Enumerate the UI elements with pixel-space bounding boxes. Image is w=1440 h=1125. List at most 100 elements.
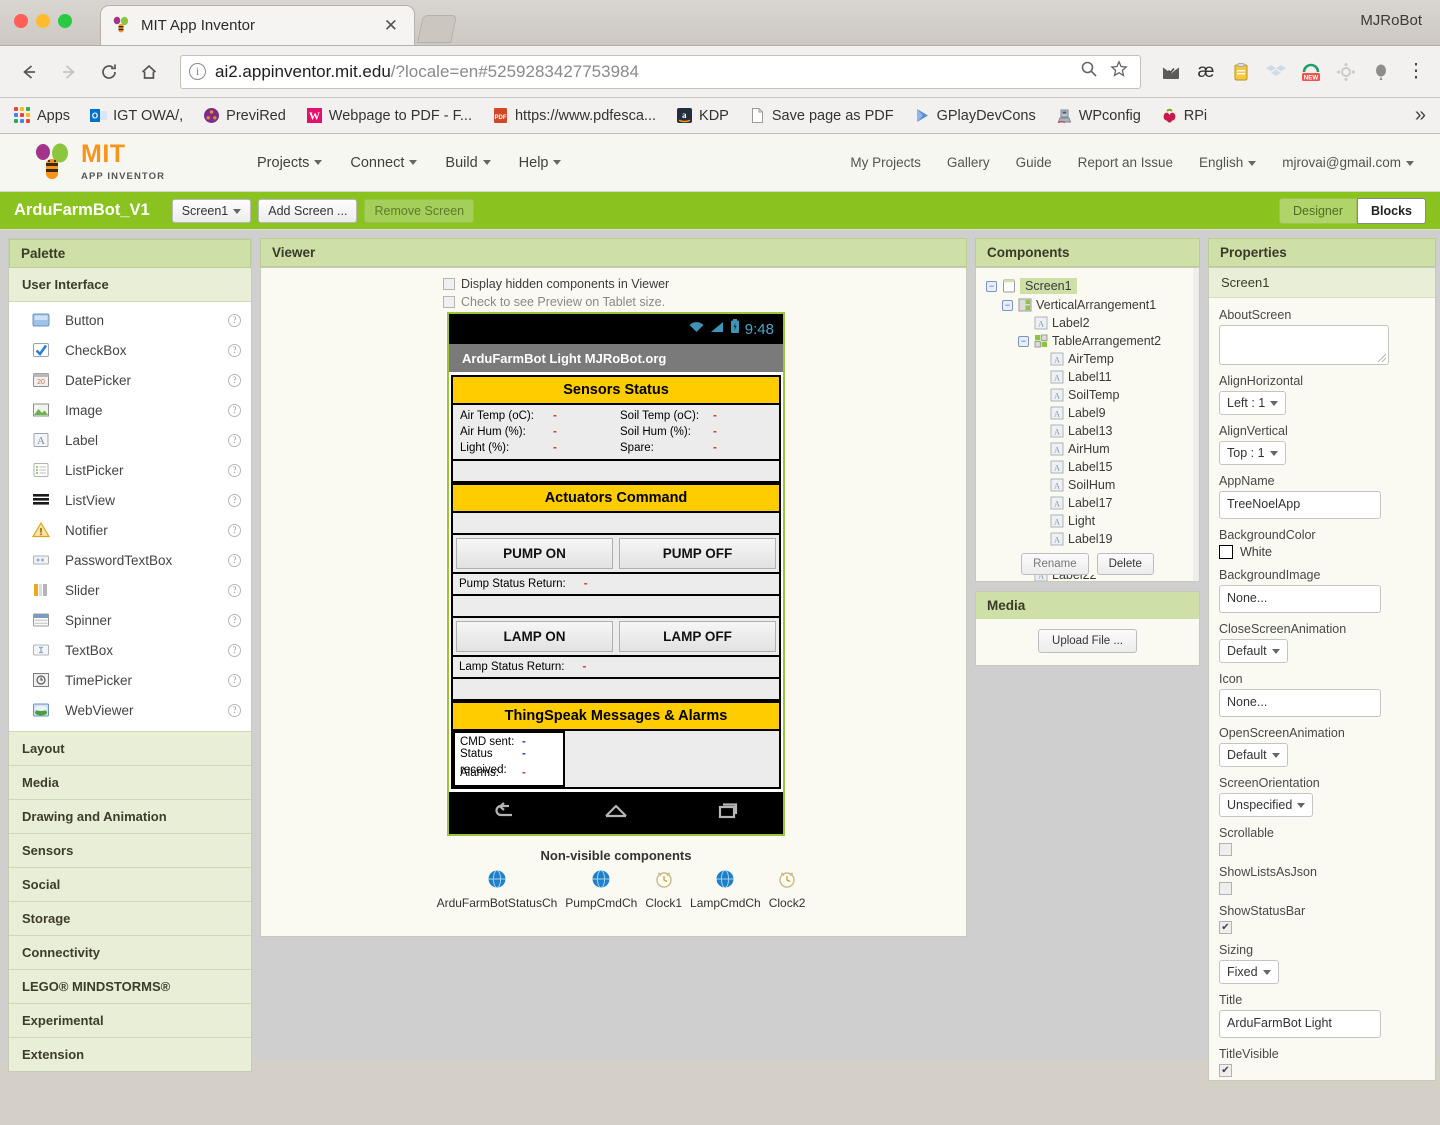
tree-node-light[interactable]: A Light bbox=[982, 512, 1195, 530]
palette-item-notifier[interactable]: Notifier ? bbox=[9, 515, 251, 545]
title-input[interactable]: ArduFarmBot Light bbox=[1219, 1010, 1381, 1038]
back-nav-icon[interactable] bbox=[490, 800, 520, 827]
browser-tab[interactable]: MIT App Inventor ✕ bbox=[100, 5, 415, 45]
chrome-menu-icon[interactable]: ⋮ bbox=[1404, 60, 1428, 84]
backgroundcolor-picker[interactable]: White bbox=[1219, 545, 1425, 559]
tree-node-label19[interactable]: A Label19 bbox=[982, 530, 1195, 548]
mail-extension-icon[interactable] bbox=[1159, 60, 1183, 84]
gear-extension-icon[interactable] bbox=[1334, 60, 1358, 84]
link-my-projects[interactable]: My Projects bbox=[850, 155, 921, 170]
language-selector[interactable]: English bbox=[1199, 155, 1256, 170]
nonvisible-component[interactable]: LampCmdCh bbox=[690, 868, 761, 910]
lamp-on-button[interactable]: LAMP ON bbox=[456, 621, 613, 652]
scrollable-checkbox[interactable] bbox=[1219, 843, 1232, 856]
palette-section-user-interface[interactable]: User Interface bbox=[9, 268, 251, 302]
collapse-toggle[interactable]: − bbox=[986, 281, 997, 292]
help-icon[interactable]: ? bbox=[228, 404, 241, 417]
link-report-an-issue[interactable]: Report an Issue bbox=[1078, 155, 1173, 170]
tree-node-screen1[interactable]: − Screen1 bbox=[982, 276, 1195, 296]
help-icon[interactable]: ? bbox=[228, 344, 241, 357]
showstatusbar-checkbox[interactable] bbox=[1219, 921, 1232, 934]
maximize-window-button[interactable] bbox=[58, 14, 72, 28]
tree-node-soiltemp[interactable]: A SoilTemp bbox=[982, 386, 1195, 404]
collapse-toggle[interactable]: − bbox=[1018, 336, 1029, 347]
bookmark-pdfescape[interactable]: PDF https://www.pdfesca... bbox=[492, 107, 656, 124]
palette-section-media[interactable]: Media bbox=[9, 766, 251, 800]
tree-node-airtemp[interactable]: A AirTemp bbox=[982, 350, 1195, 368]
palette-item-listview[interactable]: ListView ? bbox=[9, 485, 251, 515]
reload-button[interactable] bbox=[92, 55, 126, 89]
palette-item-passwordtextbox[interactable]: PasswordTextBox ? bbox=[9, 545, 251, 575]
bookmark-wpconfig[interactable]: WPconfig bbox=[1056, 107, 1141, 124]
aboutscreen-textarea[interactable] bbox=[1219, 325, 1389, 365]
bookmarks-overflow-icon[interactable]: » bbox=[1415, 104, 1426, 127]
help-icon[interactable]: ? bbox=[228, 584, 241, 597]
tree-node-label2[interactable]: A Label2 bbox=[982, 314, 1195, 332]
upload-file-button[interactable]: Upload File ... bbox=[1038, 629, 1137, 653]
closescreenanimation-select[interactable]: Default bbox=[1219, 639, 1288, 663]
components-scrollbar[interactable] bbox=[1193, 268, 1199, 581]
tree-node-airhum[interactable]: A AirHum bbox=[982, 440, 1195, 458]
home-button[interactable] bbox=[132, 55, 166, 89]
link-guide[interactable]: Guide bbox=[1016, 155, 1052, 170]
menu-help[interactable]: Help bbox=[519, 155, 562, 171]
tree-node-label11[interactable]: A Label11 bbox=[982, 368, 1195, 386]
palette-item-label[interactable]: A Label ? bbox=[9, 425, 251, 455]
new-tab-button[interactable] bbox=[417, 15, 457, 43]
bookmark-webpage-to-pdf[interactable]: W Webpage to PDF - F... bbox=[306, 107, 472, 124]
display-hidden-components-checkbox[interactable]: Display hidden components in Viewer bbox=[443, 277, 669, 291]
bookmark-gplaydevcons[interactable]: GPlayDevCons bbox=[914, 107, 1036, 124]
palette-section-storage[interactable]: Storage bbox=[9, 902, 251, 936]
link-gallery[interactable]: Gallery bbox=[947, 155, 990, 170]
blocks-tab[interactable]: Blocks bbox=[1357, 198, 1426, 224]
palette-section-drawing-and-animation[interactable]: Drawing and Animation bbox=[9, 800, 251, 834]
icon-input[interactable]: None... bbox=[1219, 689, 1381, 717]
menu-build[interactable]: Build bbox=[445, 155, 490, 171]
ae-extension-icon[interactable]: æ bbox=[1194, 60, 1218, 84]
help-icon[interactable]: ? bbox=[228, 614, 241, 627]
tree-node-label15[interactable]: A Label15 bbox=[982, 458, 1195, 476]
zoom-search-icon[interactable] bbox=[1080, 60, 1098, 83]
sizing-select[interactable]: Fixed bbox=[1219, 960, 1279, 984]
window-controls[interactable] bbox=[14, 14, 72, 28]
pump-off-button[interactable]: PUMP OFF bbox=[619, 538, 776, 569]
collapse-toggle[interactable]: − bbox=[1002, 300, 1013, 311]
bookmark-previred[interactable]: PreviRed bbox=[203, 107, 286, 124]
palette-item-checkbox[interactable]: CheckBox ? bbox=[9, 335, 251, 365]
help-icon[interactable]: ? bbox=[228, 704, 241, 717]
bookmark-rpi[interactable]: RPi bbox=[1161, 107, 1207, 124]
bookmark-kdp[interactable]: a KDP bbox=[676, 107, 729, 124]
appname-input[interactable]: TreeNoelApp bbox=[1219, 491, 1381, 519]
tree-node-verticalarrangement1[interactable]: − VerticalArrangement1 bbox=[982, 296, 1195, 314]
tree-node-label9[interactable]: A Label9 bbox=[982, 404, 1195, 422]
backgroundimage-input[interactable]: None... bbox=[1219, 585, 1381, 613]
screenorientation-select[interactable]: Unspecified bbox=[1219, 793, 1313, 817]
bookmark-star-icon[interactable] bbox=[1110, 60, 1128, 83]
new-badge-extension-icon[interactable]: NEW bbox=[1299, 60, 1323, 84]
palette-section-sensors[interactable]: Sensors bbox=[9, 834, 251, 868]
appinventor-logo[interactable]: MIT APP INVENTOR bbox=[30, 142, 205, 183]
pump-on-button[interactable]: PUMP ON bbox=[456, 538, 613, 569]
menu-projects[interactable]: Projects bbox=[257, 155, 322, 171]
phone-preview[interactable]: 9:48 ArduFarmBot Light MJRoBot.org Senso… bbox=[447, 312, 785, 836]
home-nav-icon[interactable] bbox=[601, 800, 631, 827]
help-icon[interactable]: ? bbox=[228, 374, 241, 387]
showlistsasjson-checkbox[interactable] bbox=[1219, 882, 1232, 895]
remove-screen-button[interactable]: Remove Screen bbox=[364, 199, 474, 223]
lamp-off-button[interactable]: LAMP OFF bbox=[619, 621, 776, 652]
openscreenanimation-select[interactable]: Default bbox=[1219, 743, 1288, 767]
tree-node-soilhum[interactable]: A SoilHum bbox=[982, 476, 1195, 494]
palette-item-spinner[interactable]: Spinner ? bbox=[9, 605, 251, 635]
nonvisible-component[interactable]: Clock2 bbox=[769, 868, 806, 910]
nonvisible-component[interactable]: ArduFarmBotStatusCh bbox=[437, 868, 558, 910]
address-bar[interactable]: i ai2.appinventor.mit.edu/?locale=en#525… bbox=[180, 55, 1141, 89]
help-icon[interactable]: ? bbox=[228, 314, 241, 327]
palette-section-experimental[interactable]: Experimental bbox=[9, 1004, 251, 1038]
screen-selector[interactable]: Screen1 bbox=[172, 199, 252, 223]
designer-tab[interactable]: Designer bbox=[1279, 198, 1357, 224]
help-icon[interactable]: ? bbox=[228, 494, 241, 507]
palette-item-slider[interactable]: Slider ? bbox=[9, 575, 251, 605]
nonvisible-component[interactable]: Clock1 bbox=[645, 868, 682, 910]
palette-item-image[interactable]: Image ? bbox=[9, 395, 251, 425]
dropbox-extension-icon[interactable] bbox=[1264, 60, 1288, 84]
